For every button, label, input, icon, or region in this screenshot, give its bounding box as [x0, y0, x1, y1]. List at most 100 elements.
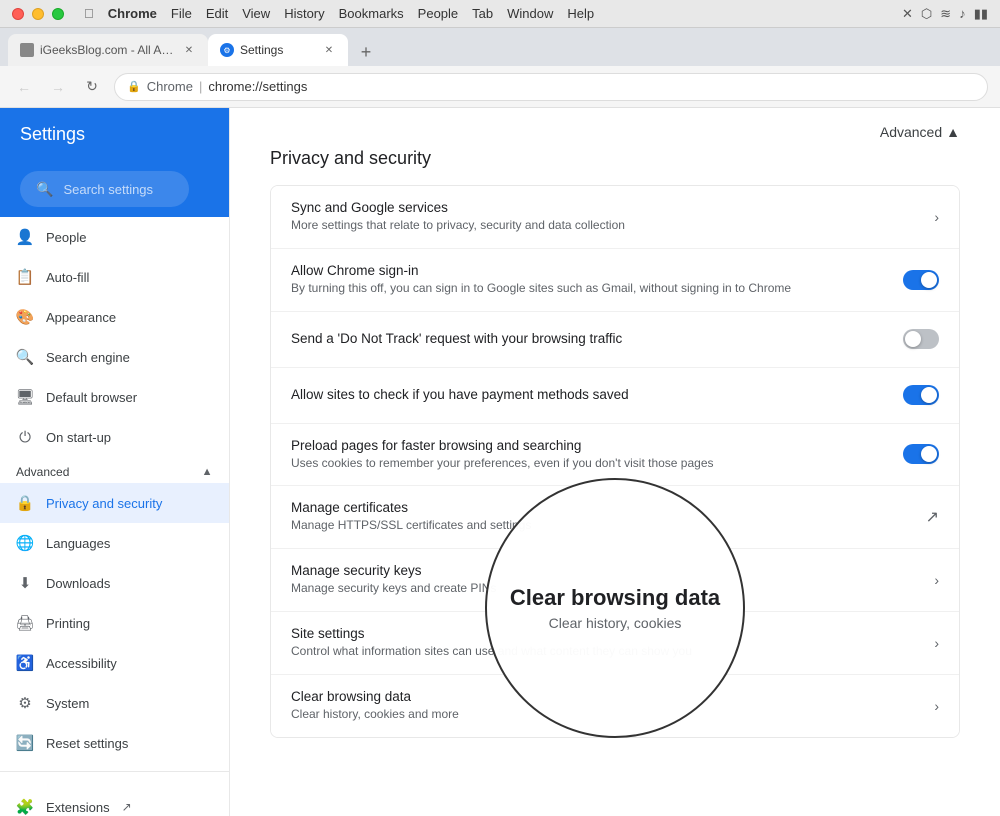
- close-window-button[interactable]: [12, 8, 24, 20]
- sidebar-item-label-people: People: [46, 230, 86, 245]
- sidebar-item-label-autofill: Auto-fill: [46, 270, 89, 285]
- menu-people[interactable]: People: [418, 6, 458, 21]
- accessibility-icon: ♿: [16, 654, 34, 672]
- settings-card-wrapper: Sync and Google services More settings t…: [270, 185, 960, 708]
- advanced-arrow-icon: ▲: [946, 124, 960, 140]
- toggle-thumb-preload: [921, 446, 937, 462]
- back-button[interactable]: ←: [12, 75, 36, 99]
- sidebar-extensions[interactable]: 🧩 Extensions ↗: [16, 788, 213, 816]
- battery-icon: ▮▮: [974, 6, 988, 22]
- do-not-track-toggle[interactable]: [903, 329, 939, 349]
- advanced-header: Advanced ▲: [270, 108, 960, 148]
- settings-row-site-action: ›: [934, 635, 939, 651]
- advanced-section-header[interactable]: Advanced ▲: [0, 457, 229, 483]
- sidebar-item-languages[interactable]: 🌐 Languages: [0, 523, 229, 563]
- chevron-right-clear-icon: ›: [934, 698, 939, 714]
- settings-row-signin-title: Allow Chrome sign-in: [291, 263, 887, 278]
- settings-row-keys-action: ›: [934, 572, 939, 588]
- menu-view[interactable]: View: [242, 6, 270, 21]
- settings-row-dnt-action[interactable]: [903, 329, 939, 349]
- privacy-icon: 🔒: [16, 494, 34, 512]
- settings-row-clear-title: Clear browsing data: [291, 689, 918, 704]
- settings-row-sync[interactable]: Sync and Google services More settings t…: [271, 186, 959, 249]
- settings-row-payment-action[interactable]: [903, 385, 939, 405]
- title-bar:  Chrome File Edit View History Bookmark…: [0, 0, 1000, 28]
- sidebar-item-privacy[interactable]: 🔒 Privacy and security: [0, 483, 229, 523]
- menu-file[interactable]: File: [171, 6, 192, 21]
- chrome-signin-toggle[interactable]: [903, 270, 939, 290]
- settings-row-security-keys[interactable]: Manage security keys Manage security key…: [271, 549, 959, 612]
- sidebar-item-label-downloads: Downloads: [46, 576, 110, 591]
- settings-row-signin-content: Allow Chrome sign-in By turning this off…: [291, 263, 887, 297]
- forward-button[interactable]: →: [46, 75, 70, 99]
- settings-row-payment[interactable]: Allow sites to check if you have payment…: [271, 368, 959, 424]
- settings-row-site-desc: Control what information sites can use a…: [291, 643, 918, 660]
- toggle-thumb: [921, 272, 937, 288]
- settings-row-payment-title: Allow sites to check if you have payment…: [291, 387, 887, 402]
- menu-bar:  Chrome File Edit View History Bookmark…: [84, 6, 594, 21]
- sidebar-item-accessibility[interactable]: ♿ Accessibility: [0, 643, 229, 683]
- menu-edit[interactable]: Edit: [206, 6, 228, 21]
- sidebar-item-label-startup: On start-up: [46, 430, 111, 445]
- sidebar-item-printing[interactable]: 🖨 Printing: [0, 603, 229, 643]
- search-input[interactable]: Search settings: [63, 182, 173, 197]
- url-bar[interactable]: 🔒 Chrome | chrome://settings: [114, 73, 988, 101]
- menu-history[interactable]: History: [284, 6, 324, 21]
- sidebar-item-label-reset: Reset settings: [46, 736, 128, 751]
- sidebar-item-search-engine[interactable]: 🔍 Search engine: [0, 337, 229, 377]
- preload-toggle[interactable]: [903, 444, 939, 464]
- volume-icon: ♪: [959, 6, 966, 21]
- settings-row-clear-browsing[interactable]: Clear browsing data Clear history, cooki…: [271, 675, 959, 737]
- tab-favicon-igeeksblog: [20, 43, 34, 57]
- settings-row-do-not-track[interactable]: Send a 'Do Not Track' request with your …: [271, 312, 959, 368]
- tab-favicon-settings: ⚙: [220, 43, 234, 57]
- menu-window[interactable]: Window: [507, 6, 553, 21]
- fullscreen-window-button[interactable]: [52, 8, 64, 20]
- sidebar-item-downloads[interactable]: ⬇ Downloads: [0, 563, 229, 603]
- url-domain: Chrome: [147, 79, 193, 94]
- settings-row-signin-action[interactable]: [903, 270, 939, 290]
- tab-igeeksblog[interactable]: iGeeksBlog.com - All About iPho... ✕: [8, 34, 208, 66]
- settings-row-preload-action[interactable]: [903, 444, 939, 464]
- settings-row-dnt-title: Send a 'Do Not Track' request with your …: [291, 331, 887, 346]
- minimize-window-button[interactable]: [32, 8, 44, 20]
- settings-row-certs-content: Manage certificates Manage HTTPS/SSL cer…: [291, 500, 910, 534]
- url-path: chrome://settings: [208, 79, 307, 94]
- sidebar-item-on-startup[interactable]: ⏻ On start-up: [0, 417, 229, 457]
- sidebar-item-appearance[interactable]: 🎨 Appearance: [0, 297, 229, 337]
- menu-chrome[interactable]: Chrome: [108, 6, 157, 21]
- sidebar-bottom: 🧩 Extensions ↗ ℹ About Chrome: [0, 780, 229, 816]
- system-icon: ⚙: [16, 694, 34, 712]
- settings-row-preload[interactable]: Preload pages for faster browsing and se…: [271, 424, 959, 487]
- bluetooth-icon: ✕: [902, 6, 913, 22]
- address-bar: ← → ↻ 🔒 Chrome | chrome://settings: [0, 66, 1000, 108]
- wifi-icon: ≋: [940, 6, 951, 22]
- menu-help[interactable]: Help: [567, 6, 594, 21]
- settings-row-site-settings[interactable]: Site settings Control what information s…: [271, 612, 959, 675]
- sidebar-item-people[interactable]: 👤 People: [0, 217, 229, 257]
- reload-button[interactable]: ↻: [80, 75, 104, 99]
- settings-row-certificates[interactable]: Manage certificates Manage HTTPS/SSL cer…: [271, 486, 959, 549]
- sidebar-item-system[interactable]: ⚙ System: [0, 683, 229, 723]
- tab-settings[interactable]: ⚙ Settings ✕: [208, 34, 348, 66]
- payment-methods-toggle[interactable]: [903, 385, 939, 405]
- tab-close-settings[interactable]: ✕: [322, 43, 336, 57]
- tab-bar: iGeeksBlog.com - All About iPho... ✕ ⚙ S…: [0, 28, 1000, 66]
- sidebar-item-reset[interactable]: 🔄 Reset settings: [0, 723, 229, 763]
- apple-menu[interactable]: : [84, 6, 94, 21]
- sidebar-item-autofill[interactable]: 📋 Auto-fill: [0, 257, 229, 297]
- advanced-header-label: Advanced: [880, 124, 942, 140]
- settings-row-chrome-signin[interactable]: Allow Chrome sign-in By turning this off…: [271, 249, 959, 312]
- settings-row-preload-content: Preload pages for faster browsing and se…: [291, 438, 887, 472]
- settings-row-dnt-content: Send a 'Do Not Track' request with your …: [291, 331, 887, 348]
- search-engine-icon: 🔍: [16, 348, 34, 366]
- menu-bookmarks[interactable]: Bookmarks: [339, 6, 404, 21]
- printing-icon: 🖨: [16, 614, 34, 632]
- settings-row-sync-content: Sync and Google services More settings t…: [291, 200, 918, 234]
- menu-tab[interactable]: Tab: [472, 6, 493, 21]
- new-tab-button[interactable]: +: [352, 38, 380, 66]
- search-container: 🔍 Search settings: [0, 161, 229, 217]
- tab-close-igeeksblog[interactable]: ✕: [182, 43, 196, 57]
- sidebar-item-default-browser[interactable]: 🖥 Default browser: [0, 377, 229, 417]
- url-separator: |: [199, 79, 202, 94]
